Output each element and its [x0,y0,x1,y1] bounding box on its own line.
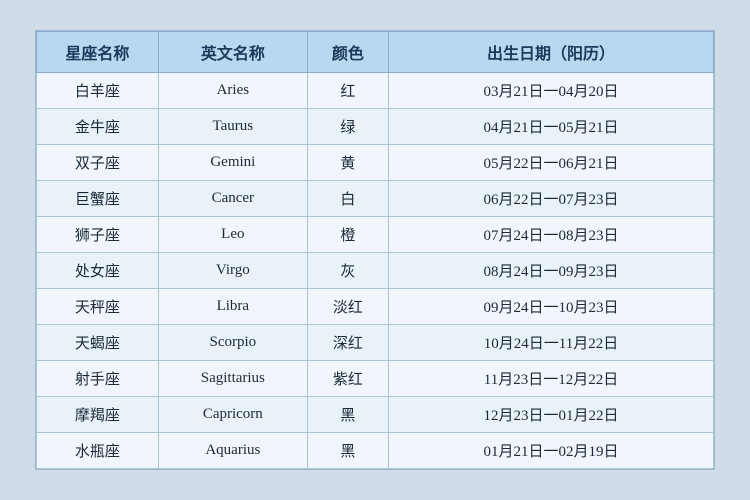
cell-chinese: 水瓶座 [37,433,159,469]
cell-english: Leo [158,217,307,253]
cell-english: Capricorn [158,397,307,433]
table-row: 天蝎座Scorpio深红10月24日一11月22日 [37,325,714,361]
cell-color: 淡红 [307,289,388,325]
table-row: 双子座Gemini黄05月22日一06月21日 [37,145,714,181]
cell-chinese: 天秤座 [37,289,159,325]
cell-color: 黑 [307,397,388,433]
table-row: 天秤座Libra淡红09月24日一10月23日 [37,289,714,325]
table-body: 白羊座Aries红03月21日一04月20日金牛座Taurus绿04月21日一0… [37,73,714,469]
cell-color: 绿 [307,109,388,145]
cell-date: 03月21日一04月20日 [389,73,714,109]
cell-english: Aquarius [158,433,307,469]
table-row: 射手座Sagittarius紫红11月23日一12月22日 [37,361,714,397]
cell-date: 10月24日一11月22日 [389,325,714,361]
table-row: 白羊座Aries红03月21日一04月20日 [37,73,714,109]
cell-color: 红 [307,73,388,109]
cell-chinese: 巨蟹座 [37,181,159,217]
cell-date: 12月23日一01月22日 [389,397,714,433]
header-english: 英文名称 [158,32,307,73]
cell-date: 08月24日一09月23日 [389,253,714,289]
cell-chinese: 天蝎座 [37,325,159,361]
cell-english: Virgo [158,253,307,289]
table-row: 狮子座Leo橙07月24日一08月23日 [37,217,714,253]
table-header-row: 星座名称 英文名称 颜色 出生日期（阳历） [37,32,714,73]
header-color: 颜色 [307,32,388,73]
cell-english: Scorpio [158,325,307,361]
cell-english: Gemini [158,145,307,181]
cell-chinese: 摩羯座 [37,397,159,433]
cell-chinese: 狮子座 [37,217,159,253]
table-row: 处女座Virgo灰08月24日一09月23日 [37,253,714,289]
cell-english: Aries [158,73,307,109]
cell-color: 深红 [307,325,388,361]
cell-english: Taurus [158,109,307,145]
header-chinese: 星座名称 [37,32,159,73]
table-row: 摩羯座Capricorn黑12月23日一01月22日 [37,397,714,433]
cell-color: 白 [307,181,388,217]
cell-date: 07月24日一08月23日 [389,217,714,253]
header-date: 出生日期（阳历） [389,32,714,73]
cell-date: 09月24日一10月23日 [389,289,714,325]
cell-color: 黄 [307,145,388,181]
cell-date: 06月22日一07月23日 [389,181,714,217]
cell-date: 04月21日一05月21日 [389,109,714,145]
cell-english: Sagittarius [158,361,307,397]
table-row: 巨蟹座Cancer白06月22日一07月23日 [37,181,714,217]
cell-chinese: 白羊座 [37,73,159,109]
table-row: 水瓶座Aquarius黑01月21日一02月19日 [37,433,714,469]
cell-date: 01月21日一02月19日 [389,433,714,469]
cell-date: 11月23日一12月22日 [389,361,714,397]
cell-color: 紫红 [307,361,388,397]
cell-english: Cancer [158,181,307,217]
cell-date: 05月22日一06月21日 [389,145,714,181]
cell-chinese: 双子座 [37,145,159,181]
zodiac-table-container: 星座名称 英文名称 颜色 出生日期（阳历） 白羊座Aries红03月21日一04… [35,30,715,470]
cell-english: Libra [158,289,307,325]
cell-color: 黑 [307,433,388,469]
cell-chinese: 金牛座 [37,109,159,145]
table-row: 金牛座Taurus绿04月21日一05月21日 [37,109,714,145]
cell-chinese: 处女座 [37,253,159,289]
cell-chinese: 射手座 [37,361,159,397]
cell-color: 橙 [307,217,388,253]
zodiac-table: 星座名称 英文名称 颜色 出生日期（阳历） 白羊座Aries红03月21日一04… [36,31,714,469]
cell-color: 灰 [307,253,388,289]
